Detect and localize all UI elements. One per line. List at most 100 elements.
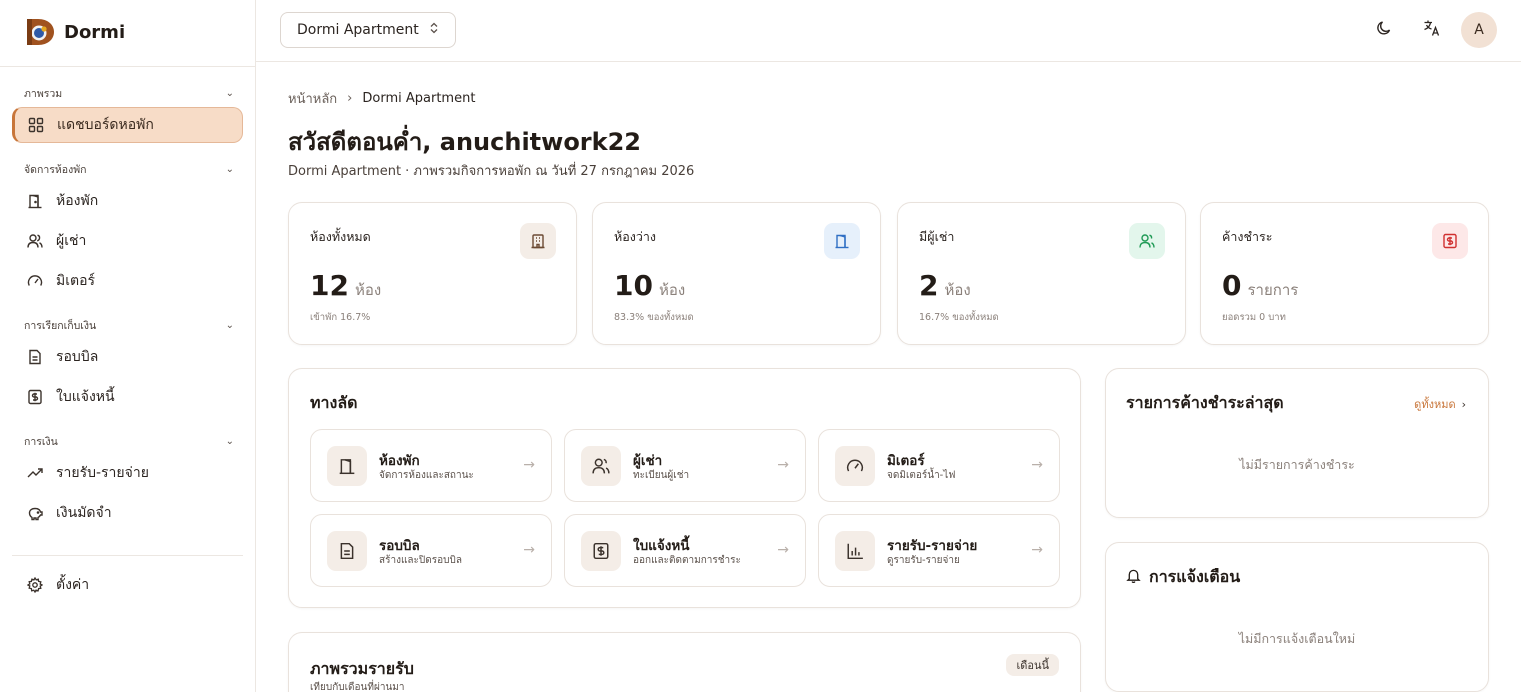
sidebar-item-label: ใบแจ้งหนี้ (56, 389, 115, 405)
sidebar-section-label: การเรียกเก็บเงิน (24, 320, 97, 332)
shortcut-meters[interactable]: มิเตอร์ จดมิเตอร์น้ำ-ไฟ → (818, 429, 1060, 502)
breadcrumb-current: Dormi Apartment (362, 91, 476, 106)
dormi-logo-icon (24, 17, 56, 47)
notifications-card: การแจ้งเตือน ไม่มีการแจ้งเตือนใหม่ (1105, 542, 1489, 692)
page-title: สวัสดีตอนค่ำ, anuchitwork22 (288, 128, 642, 156)
overdue-card: รายการค้างชำระล่าสุด ดูทั้งหมด › ไม่มีรา… (1105, 368, 1489, 518)
overdue-empty-text: ไม่มีรายการค้างชำระ (1239, 457, 1355, 472)
sidebar-item-label: ห้องพัก (56, 193, 99, 209)
users-icon (26, 232, 44, 250)
stat-card-overdue: ค้างชำระ 0 รายการ ยอดรวม 0 บาท (1200, 202, 1489, 345)
door-icon (26, 192, 44, 210)
sidebar-divider (0, 66, 256, 67)
property-select[interactable]: Dormi Apartment (280, 12, 456, 48)
sidebar-item-label: ผู้เช่า (56, 233, 87, 249)
sidebar-section-label: จัดการห้องพัก (24, 164, 87, 176)
notifications-header: การแจ้งเตือน (1126, 565, 1240, 590)
stat-card-total-rooms: ห้องทั้งหมด 12 ห้อง เข้าพัก 16.7% (288, 202, 577, 345)
breadcrumb-home[interactable]: หน้าหลัก (288, 88, 337, 109)
sidebar-item-label: รายรับ-รายจ่าย (56, 465, 149, 481)
brand[interactable]: Dormi (24, 17, 125, 47)
avatar[interactable]: A (1461, 12, 1497, 48)
sidebar-item-income-expense[interactable]: รายรับ-รายจ่าย (12, 455, 243, 491)
building-icon (520, 223, 556, 259)
shortcut-income-expense[interactable]: รายรับ-รายจ่าย ดูรายรับ-รายจ่าย → (818, 514, 1060, 587)
gauge-icon (26, 272, 44, 290)
brand-name: Dormi (64, 21, 126, 43)
sidebar-section-rooms[interactable]: จัดการห้องพัก ⌄ (24, 161, 234, 178)
sidebar-section-label: ภาพรวม (24, 88, 63, 100)
chevron-down-icon: ⌄ (225, 164, 234, 175)
piggy-bank-icon (26, 504, 44, 522)
topbar: Dormi Apartment A (256, 0, 1521, 62)
translate-icon (1423, 19, 1441, 41)
chevron-down-icon: ⌄ (225, 88, 234, 99)
sidebar: Dormi ภาพรวม ⌄ แดชบอร์ดหอพัก จัดการห้องพ… (0, 0, 256, 692)
stat-number: 2 (919, 269, 939, 302)
income-overview-card: ภาพรวมรายรับ เทียบกับเดือนที่ผ่านมา เดือ… (288, 632, 1081, 692)
chevron-right-icon: › (347, 91, 353, 106)
users-icon (581, 446, 621, 486)
property-select-value: Dormi Apartment (297, 22, 419, 38)
sidebar-item-label: รอบบิล (56, 349, 99, 365)
bell-icon (1126, 568, 1141, 587)
shortcut-desc: ออกและติดตามการชำระ (633, 555, 741, 566)
breadcrumb: หน้าหลัก › Dormi Apartment (288, 88, 475, 109)
sidebar-section-finance[interactable]: การเงิน ⌄ (24, 433, 234, 450)
shortcut-desc: ดูรายรับ-รายจ่าย (887, 555, 960, 566)
users-icon (1129, 223, 1165, 259)
chevron-right-icon: › (1461, 397, 1466, 411)
language-toggle[interactable] (1421, 19, 1443, 41)
notifications-empty-text: ไม่มีการแจ้งเตือนใหม่ (1238, 631, 1356, 646)
shortcut-billing-cycles[interactable]: รอบบิล สร้างและปิดรอบบิล → (310, 514, 552, 587)
sidebar-section-billing[interactable]: การเรียกเก็บเงิน ⌄ (24, 317, 234, 334)
sidebar-item-meters[interactable]: มิเตอร์ (12, 263, 243, 299)
page-subtitle: Dormi Apartment · ภาพรวมกิจการหอพัก ณ วั… (288, 164, 695, 179)
stat-card-occupied-rooms: มีผู้เช่า 2 ห้อง 16.7% ของทั้งหมด (897, 202, 1186, 345)
stat-unit: ห้อง (658, 281, 686, 299)
sidebar-item-label: เงินมัดจำ (56, 505, 112, 521)
view-all-link[interactable]: ดูทั้งหมด › (1414, 395, 1466, 413)
sidebar-section-overview[interactable]: ภาพรวม ⌄ (24, 85, 234, 102)
shortcut-desc: จัดการห้องและสถานะ (379, 470, 474, 481)
sidebar-item-dashboard[interactable]: แดชบอร์ดหอพัก (12, 107, 243, 143)
overdue-title: รายการค้างชำระล่าสุด (1126, 393, 1284, 412)
stat-value: 10 ห้อง (614, 269, 685, 302)
invoice-icon (581, 531, 621, 571)
dashboard-grid-icon (27, 116, 45, 134)
shortcut-desc: สร้างและปิดรอบบิล (379, 555, 462, 566)
arrow-right-icon: → (523, 542, 535, 558)
stat-label: ห้องว่าง (614, 229, 656, 244)
shortcut-rooms[interactable]: ห้องพัก จัดการห้องและสถานะ → (310, 429, 552, 502)
shortcut-invoices[interactable]: ใบแจ้งหนี้ ออกและติดตามการชำระ → (564, 514, 806, 587)
sidebar-item-rooms[interactable]: ห้องพัก (12, 183, 243, 219)
stat-value: 12 ห้อง (310, 269, 381, 302)
sidebar-item-deposits[interactable]: เงินมัดจำ (12, 495, 243, 531)
view-all-label: ดูทั้งหมด (1414, 398, 1456, 411)
dark-mode-toggle[interactable] (1373, 19, 1395, 41)
sidebar-item-tenants[interactable]: ผู้เช่า (12, 223, 243, 259)
moon-icon (1376, 20, 1392, 40)
shortcut-desc: จดมิเตอร์น้ำ-ไฟ (887, 470, 956, 481)
arrow-right-icon: → (523, 457, 535, 473)
stat-value: 2 ห้อง (919, 269, 971, 302)
stat-unit: ห้อง (354, 281, 382, 299)
period-label: เดือนนี้ (1016, 659, 1049, 672)
trend-up-icon (26, 464, 44, 482)
door-icon (824, 223, 860, 259)
gauge-icon (835, 446, 875, 486)
sidebar-item-invoices[interactable]: ใบแจ้งหนี้ (12, 379, 243, 415)
sidebar-item-billing-cycles[interactable]: รอบบิล (12, 339, 243, 375)
document-icon (26, 348, 44, 366)
gear-icon (26, 576, 44, 594)
stat-number: 12 (310, 269, 349, 302)
shortcut-desc: ทะเบียนผู้เช่า (633, 470, 690, 481)
bar-chart-icon (835, 531, 875, 571)
period-select[interactable]: เดือนนี้ (1006, 654, 1059, 676)
sidebar-item-settings[interactable]: ตั้งค่า (12, 567, 243, 603)
shortcut-tenants[interactable]: ผู้เช่า ทะเบียนผู้เช่า → (564, 429, 806, 502)
sidebar-item-label: มิเตอร์ (56, 273, 96, 289)
chevron-updown-icon (429, 22, 439, 38)
chevron-down-icon: ⌄ (225, 436, 234, 447)
stat-label: ค้างชำระ (1222, 229, 1273, 244)
